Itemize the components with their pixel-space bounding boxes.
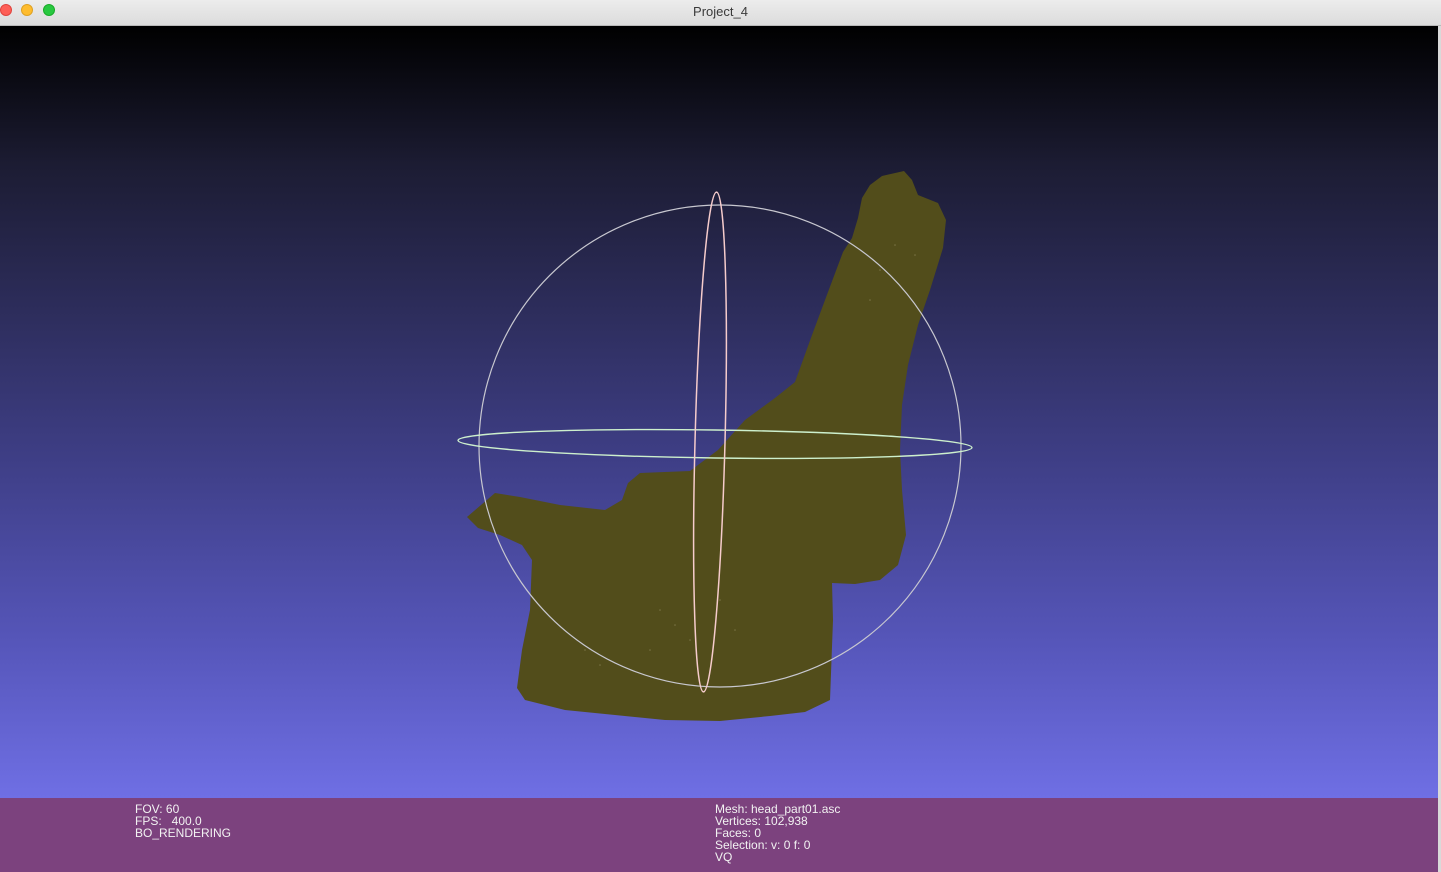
selection-label: Selection: v: 0 f: 0 — [715, 838, 811, 852]
window-title: Project_4 — [693, 4, 748, 19]
mesh-model[interactable] — [467, 171, 946, 721]
viewport-canvas[interactable] — [0, 26, 1438, 798]
mesh-flag-label: VQ — [715, 850, 733, 864]
status-info-bar: FOV: 60 FPS: 400.0 BO_RENDERING Mesh: he… — [0, 798, 1438, 872]
mesh-info: Mesh: head_part01.asc Vertices: 102,938 … — [715, 803, 840, 863]
render-info: FOV: 60 FPS: 400.0 BO_RENDERING — [135, 803, 231, 839]
window-titlebar[interactable]: Project_4 — [0, 0, 1441, 26]
3d-viewport[interactable] — [0, 26, 1438, 798]
render-mode-label: BO_RENDERING — [135, 826, 232, 840]
